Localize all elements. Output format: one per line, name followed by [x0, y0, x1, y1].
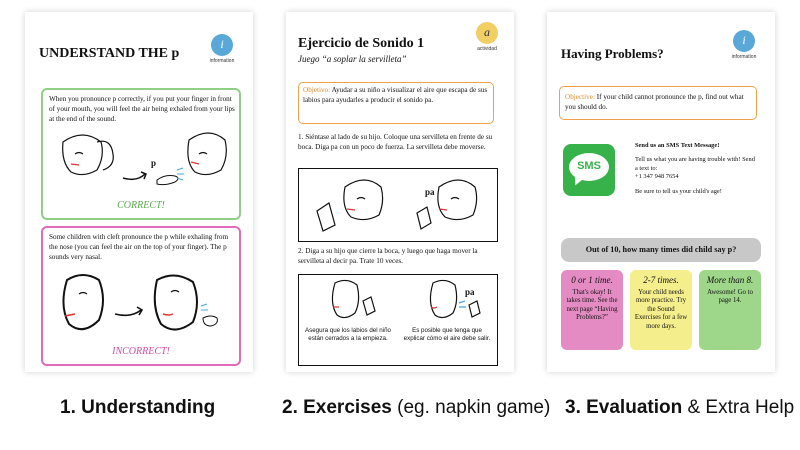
activity-badge-caption: actividad [477, 46, 497, 52]
step-1: 1. Siéntase al lado de su hijo. Coloque … [298, 133, 493, 151]
objective-text: Ayudar a su niño a visualizar el aire qu… [303, 86, 488, 104]
panel-evaluation: Having Problems? i information Objective… [547, 12, 775, 372]
face-blowing-icon [437, 179, 478, 221]
sms-heading: Send us an SMS Text Message! [635, 142, 720, 149]
panel2-subtitle: Juego “a soplar la servilleta” [298, 54, 407, 64]
option-high-title: More than 8. [706, 275, 754, 285]
info-badge-caption: information [209, 58, 235, 64]
caption-exercises-bold: 2. Exercises [282, 397, 392, 418]
incorrect-box: Some children with cleft pronounce the p… [41, 226, 241, 366]
sms-phone[interactable]: +1 347 948 7654 [635, 173, 757, 181]
head-right-icon [153, 274, 198, 331]
incorrect-text: Some children with cleft pronounce the p… [49, 233, 229, 261]
step1-illustration-box: pa [298, 168, 498, 242]
info-badge-icon: i [733, 30, 755, 52]
head-open-icon [429, 279, 458, 319]
sms-bubble-tail-icon [571, 174, 585, 188]
napkin-moving-icon [416, 206, 432, 230]
step2-illustration-box: pa Asegura que los labios del niño están… [298, 274, 498, 366]
option-high[interactable]: More than 8. Awesome! Go to page 14. [699, 270, 761, 350]
option-high-text: Awesome! Go to page 14. [707, 288, 753, 305]
objective-box: Objetivo: Ayudar a su niño a visualizar … [298, 82, 494, 124]
option-low-title: 0 or 1 time. [571, 275, 613, 285]
pa-label-2: pa [465, 287, 475, 297]
caption-evaluation-rest: & Extra Help [682, 397, 795, 418]
caption-right: Es posible que tenga que explicar cómo e… [403, 327, 491, 342]
arrow-icon [122, 173, 146, 181]
correct-box: When you pronounce p correctly, if you p… [41, 88, 241, 220]
sms-icon-text: SMS [577, 160, 601, 172]
correct-text: When you pronounce p correctly, if you p… [49, 95, 235, 123]
panel-understanding: UNDERSTAND THE p i information When you … [25, 12, 253, 372]
step1-illustration: pa [316, 179, 478, 232]
panel2-title: Ejercicio de Sonido 1 [298, 36, 425, 51]
face-icon [343, 179, 384, 221]
option-low-text: That's okay! It takes time. See the next… [566, 288, 618, 322]
head-closed-icon [331, 279, 360, 319]
napkin-moving-icon [468, 300, 481, 318]
caption-evaluation: 3. Evaluation & Extra Help [565, 397, 794, 419]
head-left-icon [62, 274, 104, 331]
face-left-icon [62, 134, 114, 176]
info-badge-icon: i [211, 34, 233, 56]
objective-box: Objective: If your child cannot pronounc… [559, 86, 757, 120]
objective-label: Objetivo: [303, 86, 331, 94]
arrow-icon [114, 309, 142, 317]
caption-understanding: 1. Understanding [60, 397, 215, 419]
sms-icon[interactable]: SMS [563, 144, 615, 196]
napkin-icon [362, 296, 376, 316]
caption-exercises: 2. Exercises (eg. napkin game) [282, 397, 550, 419]
option-mid-title: 2-7 times. [643, 275, 679, 285]
step2-illustration: pa [331, 279, 481, 319]
objective-label: Objective: [565, 93, 595, 101]
caption-understanding-bold: 1. Understanding [60, 397, 216, 418]
question-bar: Out of 10, how many times did child say … [561, 238, 761, 262]
option-low[interactable]: 0 or 1 time. That's okay! It takes time.… [561, 270, 623, 350]
info-badge-caption: information [731, 54, 757, 60]
panel3-title: Having Problems? [561, 46, 664, 61]
incorrect-illustration [62, 274, 218, 331]
caption-exercises-rest: (eg. napkin game) [391, 397, 551, 418]
correct-label: CORRECT! [117, 200, 165, 211]
sms-footer: Be sure to tell us your child's age! [635, 187, 722, 195]
correct-illustration: p [62, 132, 227, 186]
caption-evaluation-bold: 3. Evaluation [565, 397, 683, 418]
step-2: 2. Diga a su hijo que cierre la boca, y … [298, 247, 478, 265]
incorrect-label: INCORRECT! [112, 346, 170, 357]
panel1-title: UNDERSTAND THE p [39, 46, 180, 61]
activity-badge-icon: a [476, 22, 498, 44]
finger-air-icon [200, 303, 218, 327]
napkin-icon [316, 202, 336, 232]
sms-info: Send us an SMS Text Message! Tell us wha… [635, 142, 757, 196]
face-right-icon [187, 132, 227, 176]
p-letter: p [151, 158, 156, 168]
pa-label-1: pa [425, 187, 435, 197]
hand-air-icon [156, 167, 184, 186]
panel-exercises: Ejercicio de Sonido 1 Juego “a soplar la… [286, 12, 514, 372]
option-mid[interactable]: 2-7 times. Your child needs more practic… [630, 270, 692, 350]
sms-body: Tell us what you are having trouble with… [635, 156, 755, 172]
caption-left: Asegura que los labios del niño están ce… [305, 327, 391, 342]
option-mid-text: Your child needs more practice. Try the … [634, 288, 688, 330]
